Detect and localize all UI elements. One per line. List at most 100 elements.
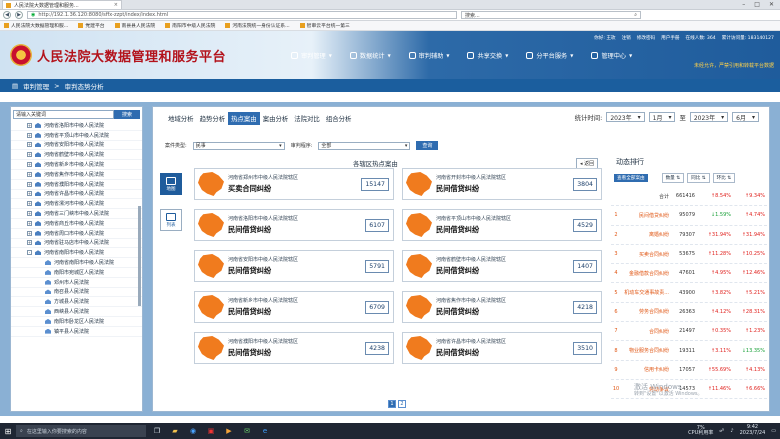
view-all-causes-button[interactable]: 查看全部案由 — [614, 173, 648, 182]
network-icon[interactable]: ☍ — [719, 428, 724, 434]
favorite-item[interactable]: 南县县人民法院 — [114, 22, 155, 29]
tree-subitem[interactable]: 南阳市宛城区人民法院 — [11, 268, 142, 278]
region-card[interactable]: 河南省鹤壁市中级人民法院辖区 民间借贷纠纷 1407 — [402, 250, 602, 282]
user-info-item[interactable]: 注销 — [622, 35, 631, 41]
ranking-row[interactable]: 1 民间借贷纠纷 95079 ↓1.59% ↑4.74% — [611, 206, 767, 226]
analysis-tab[interactable]: 组合分析 — [323, 112, 355, 125]
tree-item[interactable]: + 河南省洛阳市中级人民法院 — [11, 121, 142, 131]
tree-item[interactable]: + 河南省许昌市中级人民法院 — [11, 190, 142, 200]
wps-app-icon[interactable]: ▣ — [204, 424, 218, 438]
tree-item[interactable]: + 河南省三门峡市中级人民法院 — [11, 209, 142, 219]
region-card[interactable]: 河南省平顶山市中级人民法院辖区 民间借贷纠纷 4529 — [402, 209, 602, 241]
nav-item[interactable]: 共享交换 ▼ — [458, 48, 517, 62]
tree-subitem[interactable]: 河南省南阳市中级人民法院 — [11, 258, 142, 268]
back-icon[interactable]: ◀ — [3, 11, 11, 19]
forward-icon[interactable]: ▶ — [15, 11, 23, 19]
analysis-tab[interactable]: 热点案由 — [228, 112, 260, 125]
region-card[interactable]: 河南省安阳市中级人民法院辖区 民间借贷纠纷 5791 — [194, 250, 394, 282]
ranking-row[interactable]: 6 劳务合同纠纷 26363 ↑4.12% ↑28.31% — [611, 303, 767, 323]
breadcrumb-root[interactable]: 审判管理 — [23, 81, 49, 91]
region-card[interactable]: 河南省濮阳市中级人民法院辖区 民间借贷纠纷 4238 — [194, 332, 394, 364]
sidebar-scrollbar[interactable] — [138, 206, 141, 306]
expand-icon[interactable]: + — [27, 240, 32, 246]
tree-item[interactable]: + 河南省焦作市中级人民法院 — [11, 170, 142, 180]
tree-subitem[interactable]: 南阳市卧龙区人民法院 — [11, 317, 142, 327]
browser-tab[interactable]: 人民法院大数据管理和服务... × — [2, 0, 122, 9]
region-card[interactable]: 河南省许昌市中级人民法院辖区 民间借贷纠纷 3510 — [402, 332, 602, 364]
list-view-button[interactable]: 列表 — [160, 209, 182, 231]
expand-icon[interactable]: + — [27, 220, 32, 226]
nav-item[interactable]: 分平台服务 ▼ — [517, 48, 582, 62]
chat-app-icon[interactable]: ✉ — [240, 424, 254, 438]
tree-item[interactable]: - 河南省南阳市中级人民法院 — [11, 248, 142, 259]
url-field[interactable]: ◉ http://192.1.36.120:8080/sffx-zzpt/ind… — [27, 11, 457, 19]
tree-item[interactable]: + 河南省驻马店市中级人民法院 — [11, 239, 142, 249]
expand-icon[interactable]: + — [27, 152, 32, 158]
ranking-row[interactable]: 5 机动车交通事故责... 43900 ↑3.82% ↑5.21% — [611, 283, 767, 303]
tree-subitem[interactable]: 邓州市人民法院 — [11, 278, 142, 288]
ranking-row[interactable]: 3 买卖合同纠纷 53675 ↑11.28% ↑10.25% — [611, 245, 767, 265]
tree-item[interactable]: + 河南省鹤壁市中级人民法院 — [11, 150, 142, 161]
tree-subitem[interactable]: 镇平县人民法院 — [11, 327, 142, 337]
search-icon[interactable]: ⌕ — [634, 12, 637, 18]
query-button[interactable]: 查询 — [416, 141, 439, 150]
ranking-row[interactable]: 4 金融借款合同纠纷 47601 ↑4.95% ↑12.46% — [611, 264, 767, 284]
tree-item[interactable]: + 河南省濮阳市中级人民法院 — [11, 180, 142, 190]
start-month-select[interactable]: 1月 ▾ — [648, 112, 676, 122]
close-tab-icon[interactable]: × — [114, 2, 118, 8]
favorite-item[interactable]: 智审云平台统一第三 — [299, 22, 350, 29]
sort-mom-header[interactable]: 环比 ⇅ — [712, 172, 736, 183]
taskbar-search[interactable]: ⌕ 在这里输入你要搜索的内容 — [16, 425, 146, 437]
analysis-tab[interactable]: 地域分析 — [165, 112, 197, 125]
page-button[interactable]: 2 — [398, 400, 406, 408]
expand-icon[interactable]: + — [27, 162, 32, 168]
nav-item[interactable]: 审判管理 ▼ — [282, 48, 341, 62]
analysis-tab[interactable]: 趋势分析 — [197, 112, 229, 125]
volume-icon[interactable]: ♪ — [730, 428, 733, 434]
clock[interactable]: 9:42 2023/7/24 — [740, 424, 766, 437]
close-window-icon[interactable]: ✕ — [769, 1, 774, 8]
tree-item[interactable]: + 河南省平顶山市中级人民法院 — [11, 131, 142, 141]
favorite-item[interactable]: 河南法院统一身份认证系... — [225, 22, 290, 29]
ranking-row[interactable]: 8 物业服务合同纠纷 19311 ↑3.11% ↓13.35% — [611, 341, 767, 361]
expand-icon[interactable]: + — [27, 142, 32, 148]
procedure-select[interactable]: 全部 ▾ — [318, 141, 411, 150]
ie-app-icon[interactable]: e — [258, 424, 272, 438]
user-info-item[interactable]: 用户手册 — [661, 35, 679, 41]
ranking-row[interactable]: 2 离婚纠纷 79307 ↑31.94% ↑31.94% — [611, 226, 767, 245]
tree-item[interactable]: + 河南省新乡市中级人民法院 — [11, 160, 142, 170]
sort-yoy-header[interactable]: 同比 ⇅ — [687, 172, 710, 183]
nav-item[interactable]: 数据统计 ▼ — [341, 48, 400, 62]
expand-icon[interactable]: + — [27, 171, 32, 177]
expand-icon[interactable]: + — [27, 191, 32, 197]
minimize-icon[interactable]: – — [742, 1, 745, 8]
page-button[interactable]: 1 — [388, 400, 396, 408]
expand-icon[interactable]: + — [27, 132, 32, 138]
favorite-item[interactable]: 南阳市中级人民法院 — [165, 22, 215, 29]
end-month-select[interactable]: 6月 ▾ — [732, 112, 759, 122]
ranking-row[interactable]: 合计 661416 ↑8.54% ↑9.34% — [611, 187, 767, 207]
favorite-item[interactable]: 人民法院大数据管理和服... — [4, 22, 68, 29]
media-app-icon[interactable]: ▶ — [222, 424, 236, 438]
task-view-icon[interactable]: ❐ — [150, 424, 164, 438]
ranking-row[interactable]: 9 信用卡纠纷 17057 ↑55.69% ↑4.13% — [611, 361, 767, 380]
browser-search-field[interactable]: 搜索... ⌕ — [461, 11, 641, 19]
region-card[interactable]: 河南省新乡市中级人民法院辖区 民间借贷纠纷 6709 — [194, 291, 394, 323]
notification-icon[interactable]: ▭ — [771, 428, 776, 434]
expand-icon[interactable]: + — [27, 181, 32, 187]
region-card[interactable]: 河南省洛阳市中级人民法院辖区 民间借贷纠纷 6107 — [194, 209, 394, 241]
tree-item[interactable]: + 河南省安阳市中级人民法院 — [11, 141, 142, 151]
case-type-select[interactable]: 民事 ▾ — [192, 141, 285, 150]
end-year-select[interactable]: 2023年 ▾ — [689, 112, 729, 122]
maximize-icon[interactable]: □ — [754, 1, 760, 8]
collapse-icon[interactable]: - — [27, 250, 32, 256]
tree-subitem[interactable]: 南召县人民法院 — [11, 288, 142, 298]
tree-subitem[interactable]: 西峡县人民法院 — [11, 307, 142, 317]
tree-item[interactable]: + 河南省周口市中级人民法院 — [11, 229, 142, 239]
expand-icon[interactable]: + — [27, 201, 32, 207]
start-year-select[interactable]: 2023年 ▾ — [606, 112, 645, 122]
file-explorer-icon[interactable]: ▰ — [168, 424, 182, 438]
map-view-button[interactable]: 地图 — [160, 173, 182, 195]
analysis-tab[interactable]: 案由分析 — [260, 112, 292, 125]
region-card[interactable]: 河南省开封市中级人民法院辖区 民间借贷纠纷 3804 — [402, 168, 602, 200]
